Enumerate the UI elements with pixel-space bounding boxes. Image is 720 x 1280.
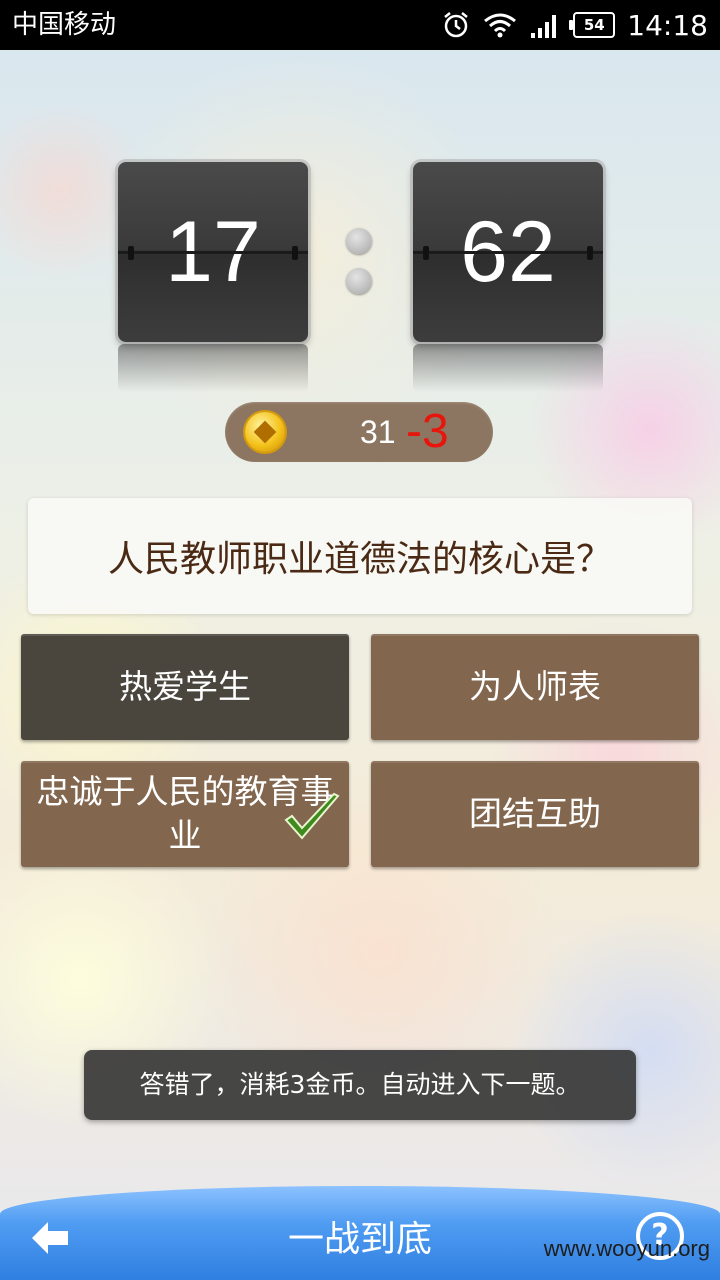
timer-right-reflection — [413, 344, 603, 392]
flip-pin — [423, 246, 429, 260]
flip-pin — [128, 246, 134, 260]
timer-left-digits: 17 — [118, 162, 308, 342]
answer-option-1[interactable]: 热爱学生 — [21, 634, 349, 740]
question-card: 人民教师职业道德法的核心是？ — [28, 498, 692, 614]
status-icons: 54 14:18 — [441, 8, 708, 42]
carrier-name: 中国移动 — [12, 10, 117, 40]
coin-delta: -3 — [406, 405, 449, 458]
timer-left-value: 17 — [165, 204, 261, 300]
coin-score-pill — [225, 402, 493, 462]
coin-icon — [245, 412, 285, 452]
wifi-icon — [484, 13, 517, 38]
timer-right-digits: 62 — [413, 162, 603, 342]
status-bar: 中国移动 54 14:18 — [0, 0, 720, 50]
clock-time: 14:18 — [627, 8, 708, 42]
timer-colon-dot — [346, 268, 372, 294]
battery-icon: 54 — [569, 12, 616, 38]
flip-pin — [292, 246, 298, 260]
answer-option-4[interactable]: 团结互助 — [371, 761, 699, 867]
flip-pin — [587, 246, 593, 260]
checkmark-icon — [284, 792, 340, 840]
answer-option-2[interactable]: 为人师表 — [371, 634, 699, 740]
alarm-icon — [444, 12, 469, 38]
timer-right-value: 62 — [460, 204, 556, 300]
coin-count: 31 — [360, 414, 396, 450]
question-text: 人民教师职业道德法的核心是？ — [107, 539, 612, 580]
answer-label: 热爱学生 — [119, 667, 251, 706]
watermark: www.wooyun.org — [543, 1236, 710, 1261]
answer-label: 团结互助 — [469, 794, 601, 833]
answer-label: 为人师表 — [469, 667, 601, 706]
signal-icon — [531, 15, 557, 38]
timer-colon-dot — [346, 228, 372, 254]
timer-left-reflection — [118, 344, 308, 392]
toast-message: 答错了，消耗3金币。自动进入下一题。 — [84, 1050, 636, 1120]
